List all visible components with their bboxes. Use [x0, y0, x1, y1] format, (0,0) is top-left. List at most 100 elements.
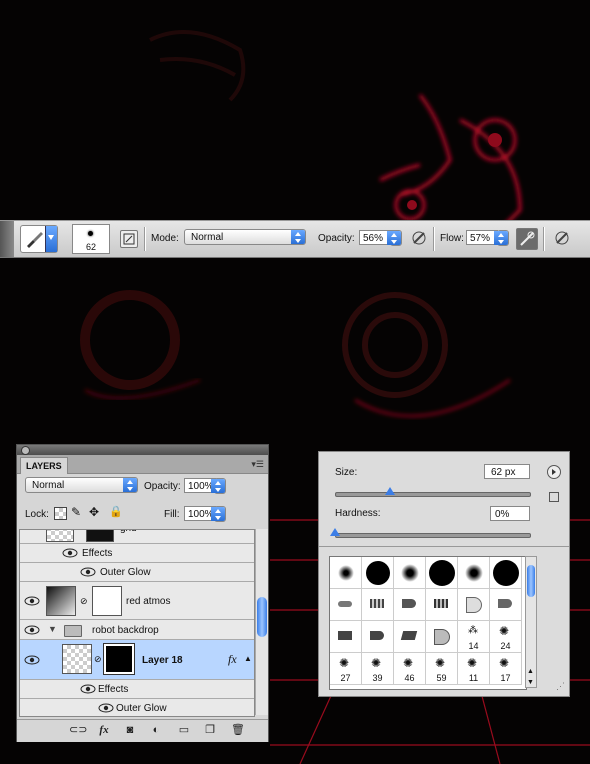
brush-preset-cell[interactable] [394, 621, 426, 653]
lock-all-icon[interactable]: 🔒 [109, 505, 123, 518]
brush-preset-cell[interactable] [426, 589, 458, 621]
brush-preset-cell[interactable] [362, 589, 394, 621]
chain-icon[interactable]: ⊘ [94, 654, 102, 665]
eye-icon[interactable] [24, 595, 40, 607]
size-slider-track[interactable] [335, 492, 531, 497]
expand-triangle-icon[interactable]: ▼ [48, 624, 57, 634]
blend-mode-select[interactable]: Normal [25, 477, 138, 493]
layer-row-red-atmos[interactable]: ⊘ red atmos [20, 582, 254, 620]
effects-row[interactable]: Effects [20, 680, 254, 699]
options-bar-grip[interactable] [0, 221, 14, 257]
lock-transparent-pixels-icon[interactable] [54, 507, 67, 520]
brush-preset-cell[interactable] [426, 557, 458, 589]
outer-glow-row[interactable]: Outer Glow [20, 699, 254, 716]
brush-preset-cell[interactable] [362, 557, 394, 589]
brush-preset-cell[interactable] [330, 589, 362, 621]
scroll-down-icon[interactable]: ▼ [527, 679, 534, 686]
collapse-effects-icon[interactable]: ▲ [244, 654, 252, 663]
opacity-label: Opacity: [318, 233, 355, 244]
folder-icon [64, 625, 82, 637]
lock-image-pixels-icon[interactable]: ✎ [71, 505, 81, 519]
outer-glow-row[interactable]: Outer Glow [20, 563, 254, 582]
brush-preset-cell[interactable] [458, 557, 490, 589]
brush-preset-cell[interactable] [362, 621, 394, 653]
new-preset-icon[interactable] [549, 492, 559, 502]
eye-icon[interactable] [24, 654, 40, 666]
brush-preset-cell[interactable]: ⁂ 14 [458, 621, 490, 653]
brush-size-label: 17 [500, 673, 511, 683]
brush-preset-cell[interactable] [394, 557, 426, 589]
effects-row[interactable]: Effects [20, 544, 254, 563]
trash-icon[interactable]: 🗑 [231, 723, 245, 737]
size-field[interactable]: 62 px [484, 464, 530, 479]
new-layer-icon[interactable]: ❐ [203, 723, 217, 737]
close-panel-icon[interactable] [21, 446, 30, 455]
chain-icon[interactable]: ⊘ [80, 596, 88, 607]
tablet-size-button[interactable] [553, 229, 569, 245]
layer-row-layer-18[interactable]: ⊘ Layer 18 fx ▲ [20, 640, 254, 680]
panel-menu-icon[interactable]: ▾☰ [251, 459, 264, 470]
adjustment-layer-icon[interactable]: ◐ [149, 723, 163, 737]
brush-preset-cell[interactable]: ✺ 17 [490, 653, 522, 685]
layer-mask-thumbnail [86, 530, 114, 542]
brush-preset-cell[interactable]: ✺ 39 [362, 653, 394, 685]
brush-size-label: 14 [468, 641, 479, 651]
brush-size-label: 59 [436, 673, 447, 683]
size-slider-knob[interactable] [384, 487, 395, 495]
brush-preset-cell[interactable]: ✺ 27 [330, 653, 362, 685]
resize-grip-icon[interactable]: ⋰ [556, 681, 565, 692]
brush-preset-cell[interactable]: ✺ 24 [490, 621, 522, 653]
brush-preset-cell[interactable]: ✺ 11 [458, 653, 490, 685]
effects-label: Effects [98, 684, 129, 695]
fx-indicator[interactable]: fx [228, 652, 237, 667]
layers-bottom-toolbar: ⊂⊃ fx ◙ ◐ ▭ ❐ 🗑 [17, 719, 268, 742]
brush-preset-cell[interactable] [458, 589, 490, 621]
new-group-icon[interactable]: ▭ [177, 723, 191, 737]
eye-icon[interactable] [62, 547, 78, 559]
fill-dropdown[interactable] [211, 506, 226, 522]
brush-preset-cell[interactable] [490, 589, 522, 621]
brush-grid-scroll-thumb[interactable] [527, 565, 535, 597]
scroll-up-icon[interactable]: ▲ [527, 668, 534, 675]
tab-layers[interactable]: LAYERS [20, 457, 68, 474]
layer-row-grid[interactable]: grid [20, 530, 254, 544]
eye-icon[interactable] [98, 702, 114, 714]
toggle-brush-panel-button[interactable] [120, 230, 138, 248]
eye-icon[interactable] [80, 566, 96, 578]
hardness-field[interactable]: 0% [490, 506, 530, 521]
layers-scrollbar[interactable] [255, 529, 268, 715]
hardness-slider-knob[interactable] [330, 528, 340, 536]
layer-opacity-dropdown[interactable] [211, 478, 226, 494]
link-layers-icon[interactable]: ⊂⊃ [69, 723, 87, 737]
brush-preset-cell[interactable]: ✺ 59 [426, 653, 458, 685]
hardness-slider-track[interactable] [335, 533, 531, 538]
brush-tip-icon [88, 231, 93, 236]
tablet-opacity-button[interactable] [410, 229, 426, 245]
brush-size-label: 46 [404, 673, 415, 683]
brush-preset-cell[interactable] [330, 621, 362, 653]
eye-icon[interactable] [24, 624, 40, 636]
layers-panel-titlebar[interactable] [17, 445, 268, 455]
brush-preset-cell[interactable] [490, 557, 522, 589]
brush-preset-cell[interactable]: ✺ 46 [394, 653, 426, 685]
brush-preset-cell[interactable] [394, 589, 426, 621]
mode-select[interactable]: Normal [184, 229, 306, 245]
opacity-dropdown[interactable] [387, 230, 402, 246]
brush-preset-cell[interactable] [330, 557, 362, 589]
group-row-robot-backdrop[interactable]: ▼ robot backdrop [20, 620, 254, 640]
tool-preset-dropdown-arrow[interactable] [45, 226, 57, 252]
layers-scroll-thumb[interactable] [257, 597, 267, 637]
brush-size-label: 11 [468, 673, 479, 683]
airbrush-button[interactable] [516, 228, 538, 250]
effects-label: Effects [82, 548, 113, 559]
brush-grid-scrollbar[interactable]: ▲ ▼ [525, 556, 537, 688]
brush-preset-cell[interactable] [426, 621, 458, 653]
flow-dropdown[interactable] [494, 230, 509, 246]
lock-position-icon[interactable]: ✥ [89, 505, 99, 519]
add-mask-icon[interactable]: ◙ [123, 723, 137, 737]
eye-icon[interactable] [80, 683, 96, 695]
tool-preset-picker[interactable] [20, 225, 58, 253]
add-layer-style-icon[interactable]: fx [97, 723, 111, 737]
panel-menu-button[interactable] [547, 465, 561, 479]
brush-preset-picker[interactable]: 62 [72, 224, 110, 254]
